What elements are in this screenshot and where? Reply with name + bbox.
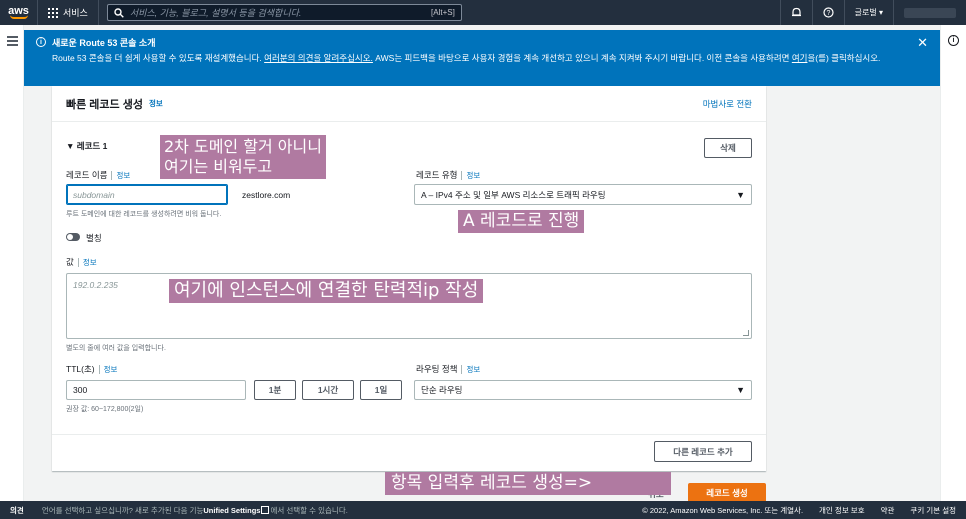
routing-policy-label-text: 라우팅 정책 bbox=[416, 364, 458, 374]
title-info-link[interactable]: 정보 bbox=[149, 98, 163, 109]
routing-policy-info-link[interactable]: 정보 bbox=[461, 365, 481, 374]
domain-suffix: zestlore.com bbox=[242, 190, 291, 200]
ttl-1-hour-button[interactable]: 1시간 bbox=[302, 380, 354, 400]
annotation-elastic-ip: 여기에 인스턴스에 연결한 탄력적ip 작성 bbox=[169, 279, 484, 303]
flash-title: 새로운 Route 53 콘솔 소개 bbox=[52, 38, 156, 48]
flash-text-3: 을(를) 클릭하십시오. bbox=[807, 53, 881, 63]
privacy-link[interactable]: 개인 정보 보호 bbox=[819, 505, 865, 516]
record-name-info-link[interactable]: 정보 bbox=[111, 171, 131, 180]
flash-banner: i 새로운 Route 53 콘솔 소개 Route 53 콘솔을 더 쉽게 사… bbox=[24, 30, 940, 86]
terms-link[interactable]: 약관 bbox=[881, 505, 895, 516]
record-name-label: 레코드 이름 정보 bbox=[66, 169, 131, 181]
aws-logo[interactable]: aws bbox=[0, 0, 38, 25]
annotation-line-2: 여기는 비워두고 bbox=[164, 157, 273, 176]
services-label: 서비스 bbox=[63, 8, 88, 18]
help-button[interactable]: ? bbox=[811, 0, 844, 25]
search-placeholder: 서비스, 기능, 블로그, 설명서 등을 검색합니다. bbox=[129, 8, 302, 18]
ttl-input[interactable]: 300 bbox=[66, 380, 246, 400]
svg-text:?: ? bbox=[826, 10, 830, 17]
search-shortcut: [Alt+S] bbox=[431, 8, 455, 17]
footer-msg-1: 언어를 선택하고 싶으십니까? 새로 추가된 다음 기능 bbox=[41, 505, 204, 515]
ttl-1-day-button[interactable]: 1일 bbox=[360, 380, 402, 400]
search-icon bbox=[114, 7, 124, 18]
left-rail bbox=[0, 25, 24, 501]
external-link-icon bbox=[261, 505, 270, 514]
top-navigation: aws 서비스 서비스, 기능, 블로그, 설명서 등을 검색합니다. [Alt… bbox=[0, 0, 966, 25]
footer-links: © 2022, Amazon Web Services, Inc. 또는 계열사… bbox=[642, 505, 956, 516]
record-type-info-link[interactable]: 정보 bbox=[461, 171, 481, 180]
value-label: 값 정보 bbox=[66, 256, 97, 268]
old-console-link[interactable]: 여기 bbox=[792, 53, 808, 63]
flash-body: Route 53 콘솔을 더 쉽게 사용할 수 있도록 재설계했습니다. 여러분… bbox=[52, 52, 910, 65]
annotation-leave-blank: 2차 도메인 할거 아니니 여기는 비워두고 bbox=[160, 135, 326, 179]
feedback-link[interactable]: 여러분의 의견을 알려주십시오. bbox=[264, 53, 373, 63]
annotation-create-record: 항목 입력후 레코드 생성=> bbox=[385, 472, 671, 495]
menu-icon[interactable] bbox=[7, 36, 18, 48]
page-title: 빠른 레코드 생성 bbox=[66, 98, 143, 111]
record-1-toggle[interactable]: ▼ 레코드 1 bbox=[66, 140, 107, 152]
ttl-label: TTL(초) 정보 bbox=[66, 363, 118, 375]
divider bbox=[52, 434, 766, 435]
region-selector[interactable]: 글로벌 ▾ bbox=[843, 0, 893, 25]
close-icon[interactable]: ✕ bbox=[917, 36, 928, 49]
notifications-button[interactable] bbox=[779, 0, 812, 25]
caret-down-icon: ▼ bbox=[736, 385, 745, 395]
record-name-placeholder: subdomain bbox=[73, 189, 115, 200]
record-type-label: 레코드 유형 정보 bbox=[416, 169, 481, 181]
value-placeholder: 192.0.2.235 bbox=[73, 280, 118, 290]
routing-policy-value: 단순 라우팅 bbox=[421, 385, 463, 395]
right-rail: i bbox=[940, 25, 966, 501]
panel-header: 빠른 레코드 생성 정보 마법사로 전환 bbox=[52, 86, 766, 122]
record-type-value: A – IPv4 주소 및 일부 AWS 리소스로 트래픽 라우팅 bbox=[421, 189, 606, 200]
alias-label: 별칭 bbox=[86, 233, 102, 243]
search-input[interactable]: 서비스, 기능, 블로그, 설명서 등을 검색합니다. [Alt+S] bbox=[106, 4, 462, 21]
create-records-button[interactable]: 레코드 생성 bbox=[688, 483, 766, 503]
grid-icon bbox=[48, 7, 58, 18]
add-another-record-button[interactable]: 다른 레코드 추가 bbox=[654, 441, 752, 462]
info-icon: i bbox=[36, 37, 46, 47]
ttl-1-minute-button[interactable]: 1분 bbox=[254, 380, 296, 400]
flash-text-2: AWS는 피드백을 바탕으로 사용자 경험을 계속 개선하고 있으니 계속 지켜… bbox=[372, 53, 792, 63]
account-name-redacted bbox=[904, 7, 956, 18]
value-info-link[interactable]: 정보 bbox=[77, 258, 97, 267]
footer-language-message: 언어를 선택하고 싶으십니까? 새로 추가된 다음 기능Unified Sett… bbox=[42, 505, 348, 516]
value-hint: 별도의 줄에 여러 값을 입력합니다. bbox=[66, 345, 166, 352]
annotation-line-1: 2차 도메인 할거 아니니 bbox=[164, 137, 322, 156]
aws-smile-icon bbox=[9, 15, 28, 19]
annotation-a-record: A 레코드로 진행 bbox=[458, 210, 585, 233]
record-name-label-text: 레코드 이름 bbox=[66, 170, 108, 180]
copyright: © 2022, Amazon Web Services, Inc. 또는 계열사… bbox=[642, 505, 804, 515]
bell-icon bbox=[791, 7, 801, 17]
ttl-info-link[interactable]: 정보 bbox=[98, 365, 118, 374]
alias-toggle[interactable] bbox=[66, 233, 80, 241]
routing-policy-select[interactable]: 단순 라우팅 ▼ bbox=[414, 380, 752, 400]
account-menu[interactable] bbox=[893, 0, 966, 25]
switch-to-wizard-link[interactable]: 마법사로 전환 bbox=[703, 98, 752, 110]
unified-settings-link[interactable]: Unified Settings bbox=[203, 506, 260, 515]
routing-policy-label: 라우팅 정책 정보 bbox=[416, 363, 481, 375]
ttl-label-text: TTL(초) bbox=[66, 364, 95, 374]
resize-handle-icon[interactable] bbox=[743, 330, 749, 336]
record-type-label-text: 레코드 유형 bbox=[416, 170, 458, 180]
cookie-preferences-link[interactable]: 쿠키 기본 설정 bbox=[910, 505, 956, 516]
footer-msg-2: 에서 선택할 수 있습니다. bbox=[270, 505, 348, 515]
services-menu-button[interactable]: 서비스 bbox=[38, 0, 99, 25]
record-type-select[interactable]: A – IPv4 주소 및 일부 AWS 리소스로 트래픽 라우팅 ▼ bbox=[414, 184, 752, 205]
caret-down-icon: ▼ bbox=[736, 189, 745, 200]
feedback-link[interactable]: 의견 bbox=[10, 505, 24, 516]
flash-text-1: Route 53 콘솔을 더 쉽게 사용할 수 있도록 재설계했습니다. bbox=[52, 53, 265, 63]
record-name-hint: 루트 도메인에 대한 레코드를 생성하려면 비워 둡니다. bbox=[66, 211, 222, 218]
record-name-input[interactable]: subdomain bbox=[66, 184, 228, 205]
delete-button[interactable]: 삭제 bbox=[704, 138, 752, 158]
ttl-hint: 권장 값: 60~172,800(2일) bbox=[66, 406, 144, 413]
footer: 의견 언어를 선택하고 싶으십니까? 새로 추가된 다음 기능Unified S… bbox=[0, 501, 966, 519]
help-icon: ? bbox=[823, 7, 834, 18]
info-panel-icon[interactable]: i bbox=[948, 35, 959, 46]
value-label-text: 값 bbox=[66, 257, 74, 267]
